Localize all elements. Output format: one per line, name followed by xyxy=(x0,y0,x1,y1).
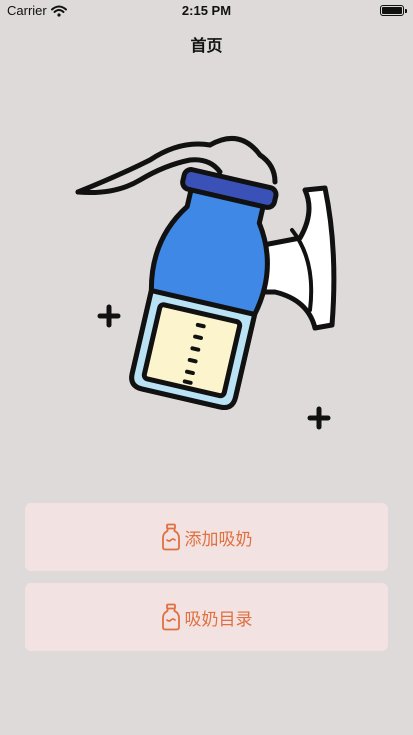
pumping-list-label: 吸奶目录 xyxy=(184,609,253,630)
page-title: 首页 xyxy=(190,36,223,55)
battery-icon xyxy=(380,5,407,16)
pumping-list-button[interactable]: 吸奶目录 xyxy=(25,583,388,651)
status-bar: Carrier 2:15 PM xyxy=(0,0,413,22)
status-time: 2:15 PM xyxy=(181,3,232,18)
add-pumping-label: 添加吸奶 xyxy=(184,529,253,550)
add-pumping-button[interactable]: 添加吸奶 xyxy=(25,503,388,571)
milk-bottle-icon xyxy=(161,523,181,551)
breast-pump-illustration xyxy=(70,120,360,440)
milk-bottle-icon xyxy=(161,603,181,631)
